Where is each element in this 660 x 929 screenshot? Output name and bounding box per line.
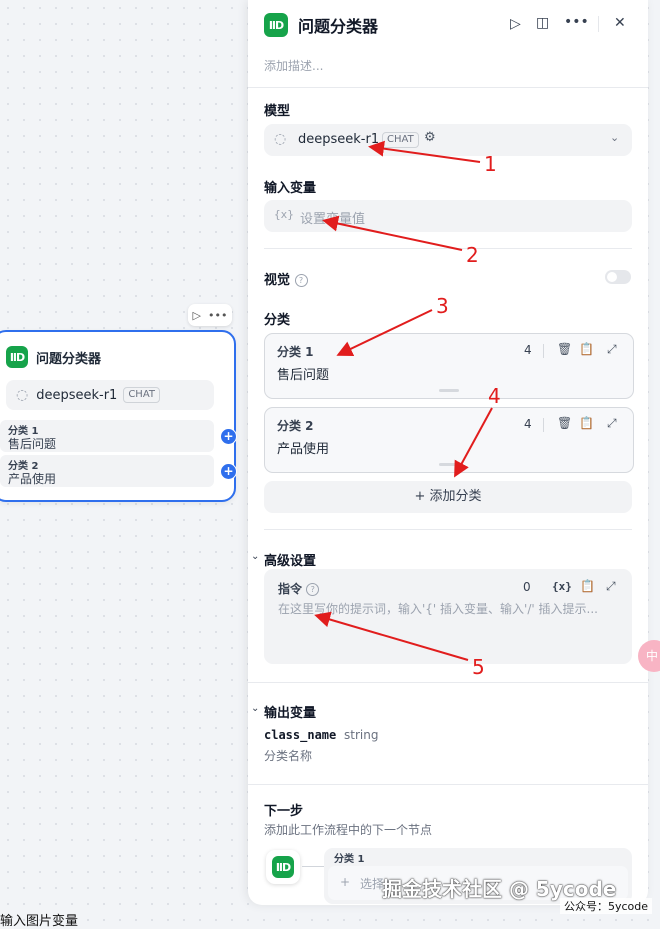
annotation-arrows [314, 140, 493, 661]
annotation-label-2: 2 [466, 243, 479, 267]
annotation-label-1: 1 [484, 152, 497, 176]
annotation-label-3: 3 [436, 294, 449, 318]
annotation-arrow-1 [368, 140, 481, 163]
annotation-label-5: 5 [472, 655, 485, 679]
annotation-arrow-5 [314, 611, 469, 661]
annotation-label-4: 4 [488, 384, 501, 408]
annotation-arrow-4 [454, 407, 493, 478]
watermark-sub: 公众号：5ycode [560, 898, 653, 914]
annotation-arrow-2 [322, 215, 463, 251]
annotation-arrow-3 [336, 309, 433, 357]
